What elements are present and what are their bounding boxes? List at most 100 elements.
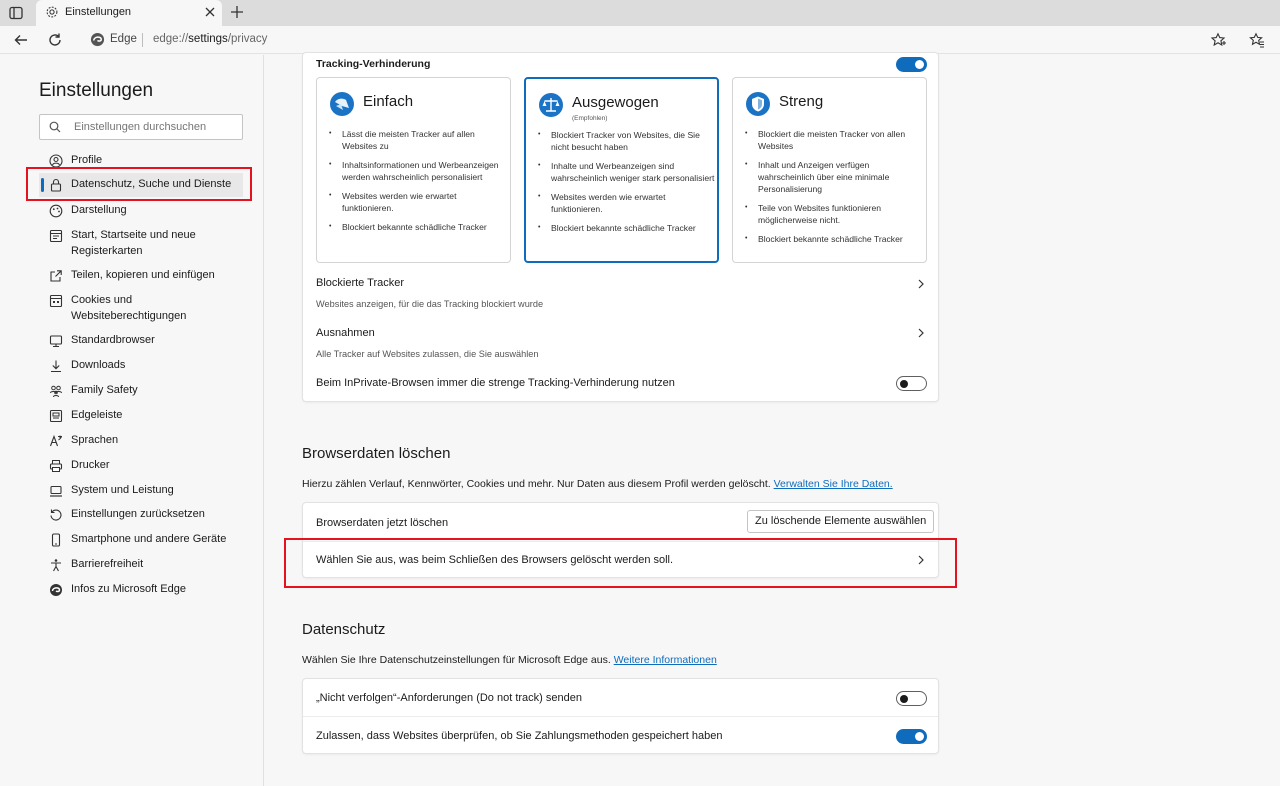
sidebar-item-label: Sprachen xyxy=(71,434,119,446)
do-not-track-label: „Nicht verfolgen“-Anforderungen (Do not … xyxy=(316,692,582,704)
settings-search-box[interactable] xyxy=(39,114,243,140)
level-bullets: Blockiert Tracker von Websites, die Sie … xyxy=(538,129,716,241)
tab-settings[interactable]: Einstellungen xyxy=(36,0,222,26)
cookies-icon xyxy=(49,294,63,308)
refresh-icon[interactable] xyxy=(47,32,63,48)
gear-icon xyxy=(46,6,58,18)
tracking-prevention-card: Tracking-Verhinderung Einfach Lässt die … xyxy=(302,52,939,402)
share-icon xyxy=(50,270,62,282)
search-icon xyxy=(49,121,61,133)
tracking-title: Tracking-Verhinderung xyxy=(316,58,431,70)
favorite-add-icon[interactable] xyxy=(1210,32,1226,48)
level-bullet: Inhalte und Werbeanzeigen sind wahrschei… xyxy=(538,160,716,184)
level-bullet: Inhaltsinformationen und Werbeanzeigen w… xyxy=(329,159,507,183)
toggle-knob xyxy=(915,60,924,69)
settings-search-input[interactable] xyxy=(74,119,234,135)
reset-icon xyxy=(50,509,62,521)
sidebar-item-label: Infos zu Microsoft Edge xyxy=(71,583,186,595)
clear-data-desc: Hierzu zählen Verlauf, Kennwörter, Cooki… xyxy=(302,478,893,490)
download-icon xyxy=(51,360,61,373)
level-title: Ausgewogen xyxy=(572,94,659,111)
level-bullet: Inhalt und Anzeigen verfügen wahrscheinl… xyxy=(745,159,923,195)
inprivate-strict-label: Beim InPrivate-Browsen immer die strenge… xyxy=(316,377,675,389)
level-bullet: Teile von Websites funktionieren möglich… xyxy=(745,202,923,226)
address-url: edge://settings/privacy xyxy=(153,33,268,45)
back-arrow-icon[interactable] xyxy=(13,32,29,48)
sidebar-title: Einstellungen xyxy=(39,80,154,101)
tracking-level-strict[interactable]: Streng Blockiert die meisten Tracker von… xyxy=(732,77,927,263)
chevron-right-icon xyxy=(918,279,924,289)
exceptions-desc: Alle Tracker auf Websites zulassen, die … xyxy=(316,349,539,359)
blocked-trackers-desc: Websites anzeigen, für die das Tracking … xyxy=(316,299,544,309)
clear-data-heading: Browserdaten löschen xyxy=(302,445,451,462)
settings-main: Tracking-Verhinderung Einfach Lässt die … xyxy=(265,52,1280,786)
level-recommended: (Empfohlen) xyxy=(572,115,608,122)
sidebar-item-label: Smartphone und andere Geräte xyxy=(71,533,227,545)
sidebar-item-label: Barrierefreiheit xyxy=(71,558,144,570)
family-icon xyxy=(50,385,62,398)
level-bullet: Lässt die meisten Tracker auf allen Webs… xyxy=(329,128,507,152)
level-bullet: Blockiert Tracker von Websites, die Sie … xyxy=(538,129,716,153)
level-title: Streng xyxy=(779,93,824,110)
level-bullets: Lässt die meisten Tracker auf allen Webs… xyxy=(329,128,507,240)
sidebar-item-label: Family Safety xyxy=(71,384,138,396)
new-tab-icon[interactable] xyxy=(229,4,245,20)
manage-data-link[interactable]: Verwalten Sie Ihre Daten. xyxy=(774,478,893,490)
default-browser-icon xyxy=(49,335,63,348)
toggle-knob xyxy=(900,379,908,388)
language-icon xyxy=(49,434,62,447)
payment-methods-toggle[interactable] xyxy=(896,729,927,744)
edge-logo-icon xyxy=(90,32,105,47)
level-bullet: Websites werden wie erwartet funktionier… xyxy=(329,190,507,214)
sidebar-item-label: Drucker xyxy=(71,459,110,471)
do-not-track-toggle[interactable] xyxy=(896,691,927,706)
balance-scale-icon xyxy=(539,93,563,117)
toggle-knob xyxy=(915,732,924,741)
profile-icon xyxy=(49,154,63,168)
shield-icon xyxy=(746,92,770,116)
sidebar-item-label: Edgeleiste xyxy=(71,409,123,421)
payment-methods-label: Zulassen, dass Websites überprüfen, ob S… xyxy=(316,730,723,742)
sidebar-item-label: Teilen, kopieren und einfügen xyxy=(71,269,215,281)
address-separator xyxy=(142,33,143,47)
privacy-desc: Wählen Sie Ihre Datenschutzeinstellungen… xyxy=(302,654,717,666)
choose-items-button[interactable]: Zu löschende Elemente auswählen xyxy=(747,510,935,533)
edge-bar-icon xyxy=(49,409,63,423)
sidebar-item-label: Start, Startseite und neue Registerkarte… xyxy=(71,229,196,257)
highlight-clear-on-close-row xyxy=(284,538,957,588)
edge-logo-icon xyxy=(50,584,62,596)
clear-now-label: Browserdaten jetzt löschen xyxy=(316,517,449,529)
address-bar[interactable]: Edge edge://settings/privacy xyxy=(86,29,1236,51)
close-icon[interactable] xyxy=(204,6,216,18)
toggle-knob xyxy=(900,694,908,703)
system-icon xyxy=(50,485,62,497)
sidebar-item-label: Downloads xyxy=(71,359,126,371)
chevron-right-icon xyxy=(918,328,924,338)
address-toolbar: Edge edge://settings/privacy xyxy=(0,26,1280,54)
printer-icon xyxy=(49,460,63,472)
exceptions-title: Ausnahmen xyxy=(316,327,375,339)
start-page-icon xyxy=(49,229,63,243)
level-title: Einfach xyxy=(363,93,414,110)
basic-level-icon xyxy=(330,92,354,116)
accessibility-icon xyxy=(51,559,61,572)
tracking-level-basic[interactable]: Einfach Lässt die meisten Tracker auf al… xyxy=(316,77,511,263)
level-bullet: Blockiert bekannte schädliche Tracker xyxy=(329,221,507,233)
highlight-privacy-item xyxy=(26,167,252,201)
tab-title: Einstellungen xyxy=(65,6,132,18)
privacy-card: „Nicht verfolgen“-Anforderungen (Do not … xyxy=(302,678,939,754)
tracking-toggle[interactable] xyxy=(896,57,927,72)
level-bullet: Blockiert bekannte schädliche Tracker xyxy=(538,222,716,234)
more-info-link[interactable]: Weitere Informationen xyxy=(614,654,717,666)
level-bullets: Blockiert die meisten Tracker von allen … xyxy=(745,128,923,252)
inprivate-strict-toggle[interactable] xyxy=(896,376,927,391)
favorites-icon[interactable] xyxy=(1249,32,1265,48)
blocked-trackers-title: Blockierte Tracker xyxy=(316,277,405,289)
sidebar-item-label: Einstellungen zurücksetzen xyxy=(71,508,205,520)
sidebar-item-label: Standardbrowser xyxy=(71,334,155,346)
level-bullet: Websites werden wie erwartet funktionier… xyxy=(538,191,716,215)
row-divider xyxy=(303,716,938,717)
tracking-level-balanced[interactable]: Ausgewogen (Empfohlen) Blockiert Tracker… xyxy=(524,77,719,263)
level-bullet: Blockiert bekannte schädliche Tracker xyxy=(745,233,923,245)
tab-actions-icon[interactable] xyxy=(8,5,24,21)
